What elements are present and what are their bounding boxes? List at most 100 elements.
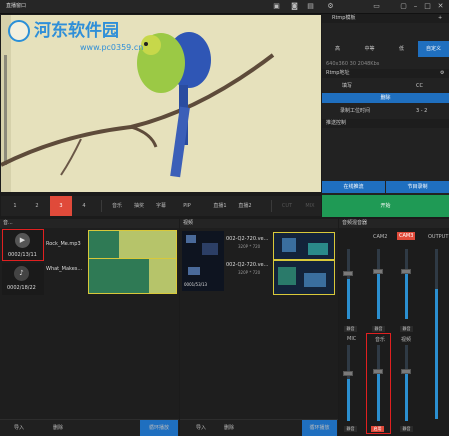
tab-medium[interactable]: 中等 (354, 41, 385, 57)
add-icon[interactable]: + (438, 16, 442, 21)
start-button[interactable]: 开始 (322, 195, 449, 217)
live-push-button[interactable]: 在线推流 (322, 181, 385, 193)
scene-button-2[interactable]: 2 (27, 196, 47, 216)
monitor-icon[interactable]: ▢ (399, 2, 408, 11)
video-strip-frame (304, 273, 326, 287)
video-panel: 视频 002-Q2-720.ve... 320P * 720 0001/53/1… (180, 219, 338, 436)
music-import-button[interactable]: 导入 (14, 420, 24, 436)
music-delete-button[interactable]: 删除 (53, 420, 63, 436)
stage-light (186, 235, 196, 243)
mute-button[interactable]: 静音 (400, 426, 413, 432)
watermark-logo-icon (8, 20, 30, 42)
music-loop-button[interactable]: 循环播放 (140, 420, 178, 436)
program-record-button[interactable]: 节目录制 (386, 181, 449, 193)
push-header-label: 推送控制 (326, 120, 347, 126)
audio-mixer: 音频混音器 CAM2 CAM3 OUTPUT 静音 静音 静音 MIC 音乐 视… (339, 219, 449, 436)
folder-icon[interactable]: ▣ (272, 2, 281, 11)
fader-knob[interactable] (343, 271, 353, 276)
tab-high[interactable]: 高 (322, 41, 353, 57)
mute-button[interactable]: 静音 (344, 326, 357, 332)
live1-button[interactable]: 直播1 (208, 196, 232, 216)
mixer-header: 音频混音器 (339, 219, 449, 228)
channel-label-cam3[interactable]: CAM3 (397, 232, 416, 240)
fader-level (405, 374, 408, 421)
video-delete-button[interactable]: 删除 (224, 420, 234, 436)
delete-button[interactable]: 删除 (322, 93, 449, 103)
clip-name: What_Makes... (46, 266, 83, 272)
minimize-icon[interactable]: – (411, 2, 420, 11)
live2-button[interactable]: 直播2 (233, 196, 257, 216)
live-studio-window: 直播窗口 ▣ ◙ ▤ ⚙ ▭ ▢ – □ ✕ 河东软件园 www.pc0359.… (0, 0, 449, 436)
rtmp-header-label: Rtmp模板 (332, 15, 356, 21)
close-icon[interactable]: ✕ (436, 2, 445, 11)
fader-knob[interactable] (401, 269, 411, 274)
waveform[interactable] (88, 258, 177, 294)
video-strip[interactable] (273, 232, 335, 260)
cut-button[interactable]: CUT (277, 196, 297, 216)
channel-label-cam2: CAM2 (373, 234, 388, 240)
video-strip-frame (278, 267, 296, 285)
mix-button[interactable]: MIX (300, 196, 320, 216)
clip-name: Rock_Me.mp3 (46, 241, 81, 247)
waveform-segment (89, 231, 119, 260)
play-icon[interactable]: ▶ (15, 233, 30, 248)
music-clip-thumb[interactable]: ♪ 0002/18/22 (2, 263, 44, 295)
enable-button[interactable]: 启用 (371, 426, 384, 432)
fader-knob[interactable] (373, 269, 383, 274)
watermark-url: www.pc0359.cn (80, 43, 144, 52)
fader-knob[interactable] (373, 369, 383, 374)
mode-subtitle-button[interactable]: 字幕 (151, 196, 171, 216)
waveform-segment (149, 259, 176, 293)
address-row: Rtmp地址 ⚙ (322, 69, 449, 78)
fader-knob[interactable] (401, 369, 411, 374)
settings-icon[interactable]: ⚙ (440, 71, 444, 76)
scene-button-3[interactable]: 3 (50, 196, 72, 216)
video-strip[interactable] (273, 260, 335, 295)
waveform[interactable] (88, 230, 177, 261)
push-control-header: 推送控制 (322, 119, 449, 128)
clip-time: 0001/53/13 (184, 282, 208, 287)
preview-video[interactable] (1, 15, 321, 192)
scene-button-1[interactable]: 1 (5, 196, 25, 216)
scene-button-4[interactable]: 4 (74, 196, 94, 216)
camera-icon[interactable]: ◙ (290, 2, 299, 11)
channel-label-output: OUTPUT (428, 234, 449, 240)
mute-button[interactable]: 静音 (372, 326, 385, 332)
mode-pip-button[interactable]: PIP (177, 196, 197, 216)
video-strip-frame (282, 238, 296, 252)
music-clip-thumb[interactable]: ▶ 0002/13/11 (2, 229, 44, 261)
output-level (435, 289, 438, 419)
clip-name: 002-Q2-720.ve... (226, 262, 269, 268)
clip-time: 0002/18/22 (7, 285, 36, 291)
music-footer: 导入 删除 循环播放 (0, 419, 179, 436)
maximize-icon[interactable]: □ (423, 2, 432, 11)
music-header: 音... (0, 219, 179, 228)
video-clip-thumb[interactable]: 0001/53/13 (182, 261, 224, 291)
mode-lottery-button[interactable]: 抽奖 (129, 196, 149, 216)
video-loop-button[interactable]: 循环播放 (302, 420, 337, 436)
video-import-button[interactable]: 导入 (196, 420, 206, 436)
settings-icon[interactable]: ⚙ (326, 2, 335, 11)
window-title: 直播窗口 (6, 3, 27, 9)
rtmp-address-label: Rtmp地址 (326, 70, 350, 76)
divider (271, 200, 272, 212)
clip-time: 0002/13/11 (8, 252, 37, 258)
record-label: 录制工位时间 (340, 108, 371, 114)
name-label: 填写 (342, 83, 353, 89)
tab-low[interactable]: 低 (386, 41, 417, 57)
video-clip-thumb[interactable] (182, 231, 224, 261)
mute-button[interactable]: 静音 (344, 426, 357, 432)
window-icon[interactable]: ▭ (372, 2, 381, 11)
fader-knob[interactable] (343, 371, 353, 376)
tab-custom[interactable]: 自定义 (418, 41, 449, 57)
music-disc-icon: ♪ (14, 266, 29, 281)
video-strip-frame (308, 243, 328, 255)
watermark-text: 河东软件园 (34, 21, 119, 41)
clip-meta: 320P * 720 (238, 270, 261, 275)
channel-label-mic: MIC (347, 336, 357, 342)
mute-button[interactable]: 静音 (400, 326, 413, 332)
image-icon[interactable]: ▤ (306, 2, 315, 11)
mode-music-button[interactable]: 音乐 (107, 196, 127, 216)
fader-level (347, 279, 350, 319)
video-header: 视频 (180, 219, 338, 228)
